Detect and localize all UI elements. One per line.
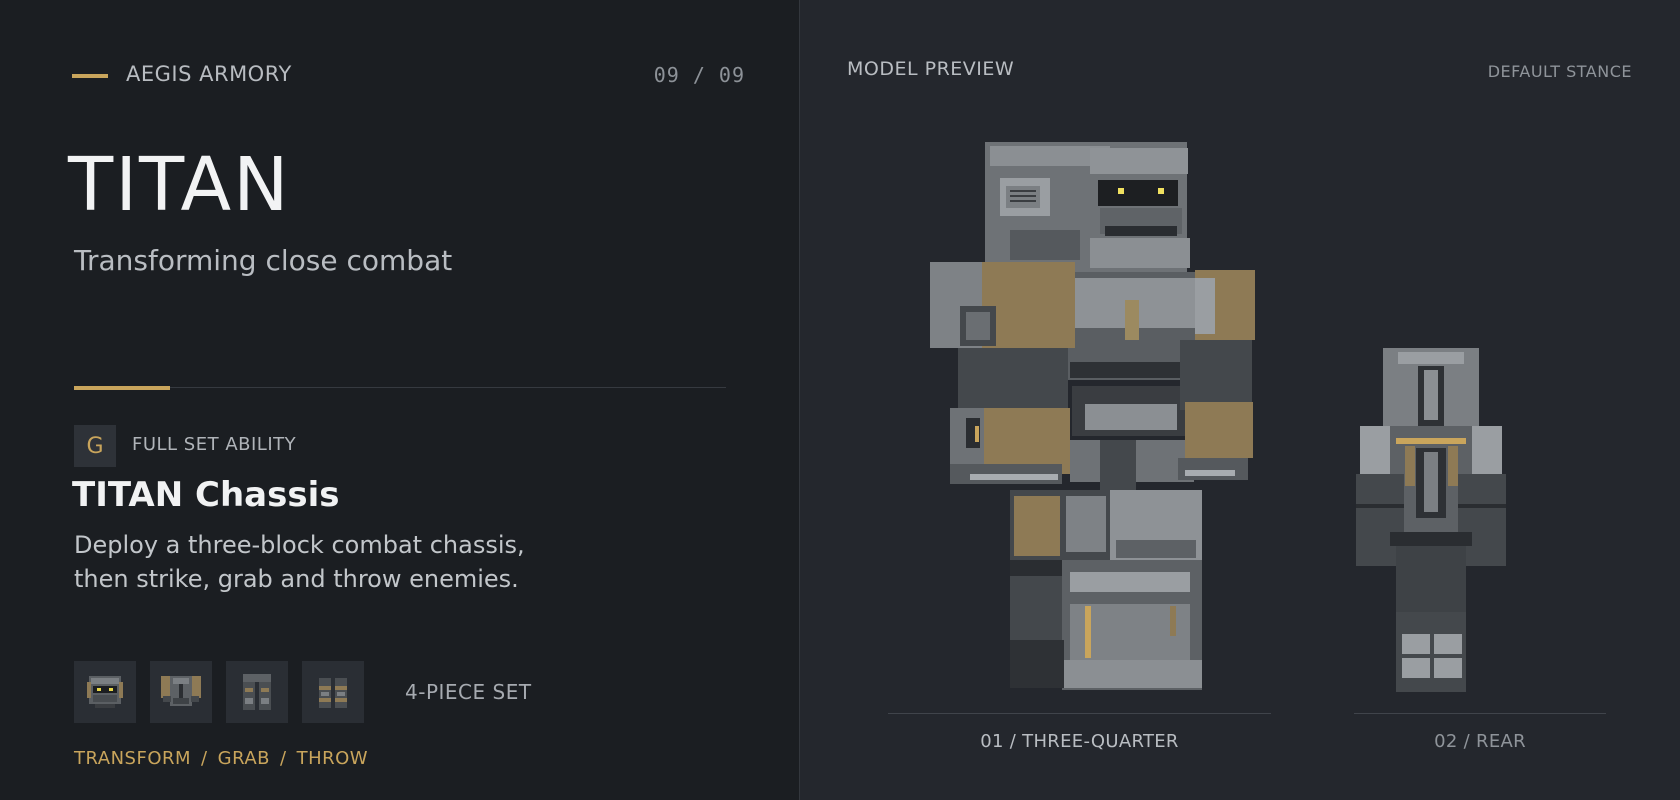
- brand-name: AEGIS ARMORY: [126, 62, 292, 86]
- ability-tags: TRANSFORM / GRAB / THROW: [74, 748, 368, 769]
- section-divider-accent: [74, 386, 170, 390]
- set-piece-helmet[interactable]: [74, 661, 136, 723]
- ability-name: TITAN Chassis: [72, 475, 340, 515]
- model-preview-panel: MODEL PREVIEW DEFAULT STANCE 01 / THREE-…: [800, 0, 1680, 800]
- section-divider: [74, 387, 726, 388]
- brand-accent-line: [72, 74, 108, 78]
- info-panel: AEGIS ARMORY 09 / 09 TITAN Transforming …: [0, 0, 800, 800]
- leggings-icon: [243, 674, 271, 710]
- tag-transform: TRANSFORM: [74, 748, 192, 769]
- tag-throw: THROW: [296, 748, 369, 769]
- set-piece-chestplate[interactable]: [150, 661, 212, 723]
- model-three-quarter-view[interactable]: [930, 142, 1255, 690]
- view-divider: [1354, 713, 1606, 714]
- boots-icon: [319, 678, 347, 708]
- set-piece-boots[interactable]: [302, 661, 364, 723]
- ability-caption: FULL SET ABILITY: [132, 434, 297, 455]
- set-piece-leggings[interactable]: [226, 661, 288, 723]
- tag-separator: /: [280, 748, 287, 769]
- view-divider: [888, 713, 1271, 714]
- chestplate-icon: [161, 676, 201, 706]
- tag-grab: GRAB: [217, 748, 271, 769]
- ability-key-badge: G: [74, 425, 116, 467]
- ability-description: Deploy a three-block combat chassis, the…: [74, 531, 525, 593]
- model-rear-view[interactable]: [1356, 348, 1506, 692]
- view-caption-rear[interactable]: 02 / REAR: [1354, 731, 1606, 752]
- item-counter: 09 / 09: [653, 63, 745, 87]
- set-label: 4-PIECE SET: [405, 680, 532, 704]
- helmet-icon: [87, 676, 123, 708]
- armor-subtitle: Transforming close combat: [74, 244, 453, 277]
- tag-separator: /: [201, 748, 208, 769]
- model-render[interactable]: [800, 0, 1680, 800]
- armor-title: TITAN: [68, 142, 291, 228]
- view-caption-three-quarter[interactable]: 01 / THREE-QUARTER: [888, 731, 1271, 752]
- set-pieces: [74, 661, 364, 723]
